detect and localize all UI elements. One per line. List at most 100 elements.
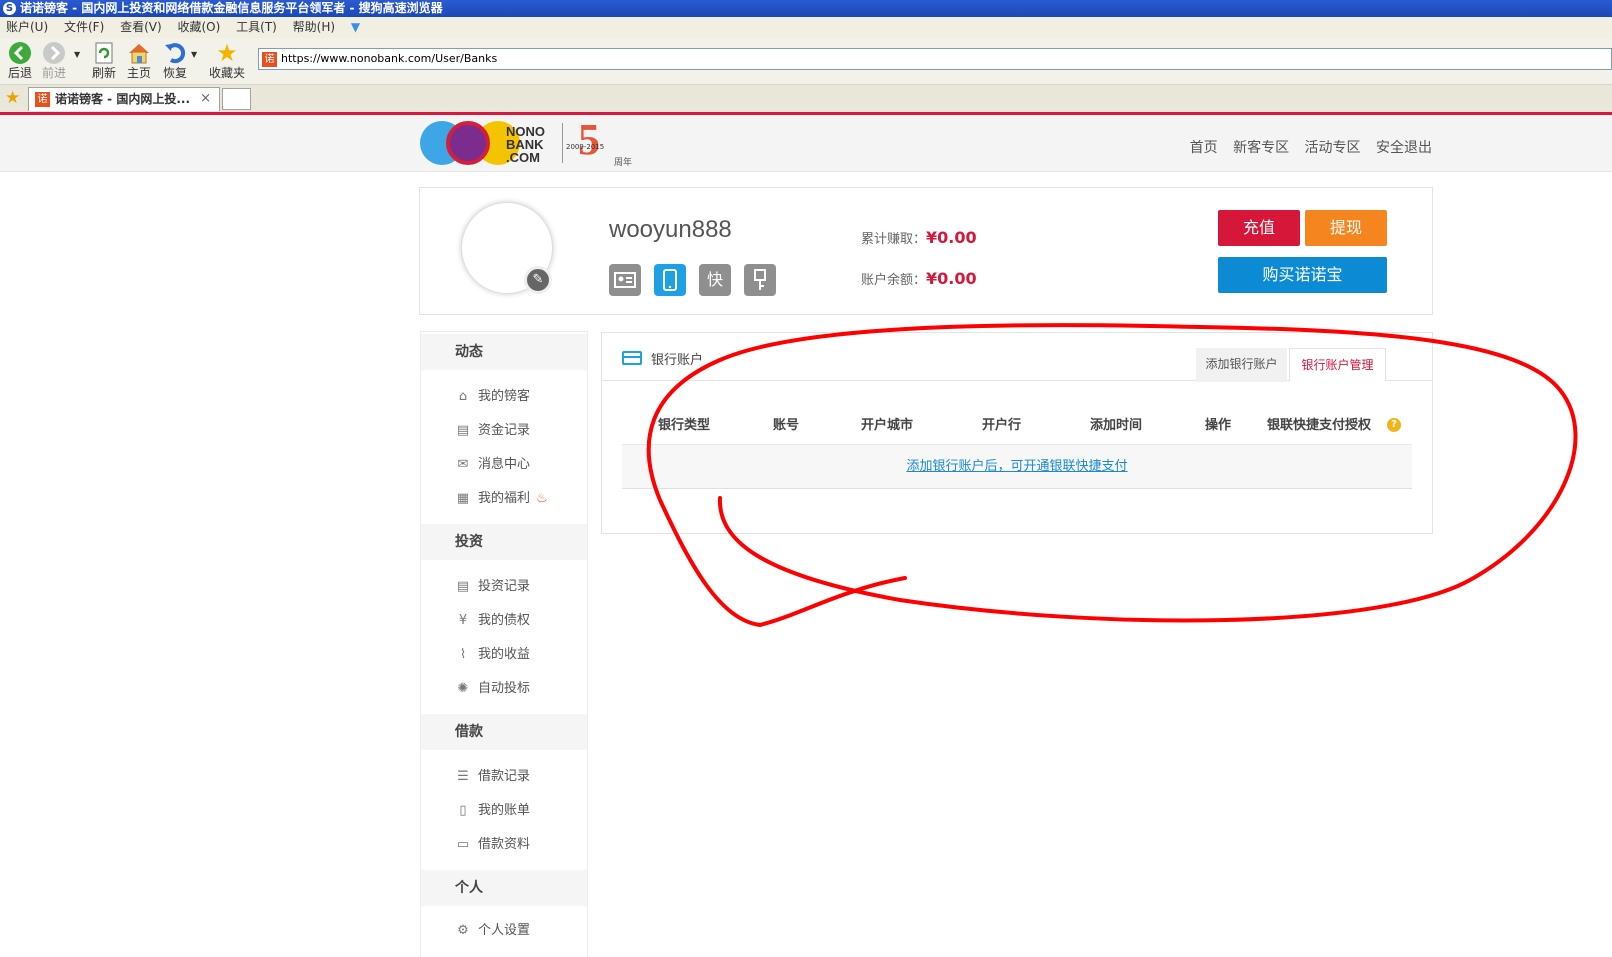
sidebar: 动态 ⌂ 我的镑客 ▤ 资金记录 ✉ 消息中心 ▦ 我的福利 ♨ 投资 ▤ 投资记录 ¥ 我的… xyxy=(420,331,588,957)
sidebar-item-my-bangke[interactable]: ⌂ 我的镑客 xyxy=(454,387,530,407)
favorites-star-icon[interactable]: ★ xyxy=(5,88,20,108)
home-button[interactable]: 主页 xyxy=(119,41,159,81)
browser-tab-nonobank[interactable]: 诺 诺诺镑客 - 国内网上投... × xyxy=(28,87,220,111)
panel-title: 银行账户 xyxy=(651,353,704,368)
help-question-icon[interactable]: ? xyxy=(1387,418,1401,432)
earned-value: ¥0.00 xyxy=(926,228,977,247)
sidebar-item-invest-records[interactable]: ▤ 投资记录 xyxy=(454,577,530,597)
nav-logout[interactable]: 安全退出 xyxy=(1376,140,1432,156)
sidebar-item-messages[interactable]: ✉ 消息中心 xyxy=(454,455,530,475)
menu-favorites[interactable]: 收藏(O) xyxy=(178,17,221,38)
col-account-number: 账号 xyxy=(773,418,800,433)
sidebar-section-personal: 个人 xyxy=(421,870,587,906)
list-icon: ☰ xyxy=(457,769,469,784)
sidebar-item-fund-records[interactable]: ▤ 资金记录 xyxy=(454,421,530,441)
fire-icon: ♨ xyxy=(536,491,548,506)
sogou-browser-icon: S xyxy=(3,2,16,15)
mobile-verify-icon[interactable] xyxy=(654,264,686,296)
col-unionpay-auth: 银联快捷支付授权 xyxy=(1267,418,1372,433)
refresh-icon xyxy=(92,41,116,65)
favorites-button[interactable]: ★ 收藏夹 xyxy=(207,41,247,81)
sidebar-item-my-earnings[interactable]: ⌇ 我的收益 xyxy=(454,645,530,665)
address-url: https://www.nonobank.com/User/Banks xyxy=(281,52,498,65)
tab-title: 诺诺镑客 - 国内网上投... xyxy=(55,92,191,106)
nav-home[interactable]: 首页 xyxy=(1190,140,1218,156)
forward-arrow-icon xyxy=(42,41,66,65)
sidebar-item-borrow-records[interactable]: ☰ 借款记录 xyxy=(454,767,530,787)
undo-arrow-icon xyxy=(163,41,187,65)
password-key-icon[interactable] xyxy=(744,264,776,296)
menu-tools[interactable]: 工具(T) xyxy=(236,17,277,38)
sidebar-item-welfare[interactable]: ▦ 我的福利 ♨ xyxy=(454,489,548,509)
restore-dropdown-icon[interactable]: ▼ xyxy=(191,50,197,59)
col-operation: 操作 xyxy=(1205,418,1232,433)
profile-card: ✎ wooyun888 快 累计赚取：¥0.00 账户余额：¥0.00 充值 提… xyxy=(419,187,1433,315)
sidebar-section-invest: 投资 xyxy=(421,524,587,560)
forward-button[interactable]: 前进 xyxy=(34,41,74,81)
window-title-bar: S 诺诺镑客 - 国内网上投资和网络借款金融信息服务平台领军者 - 搜狗高速浏览… xyxy=(0,0,1612,17)
balance-stat: 账户余额：¥0.00 xyxy=(861,269,977,288)
menu-view[interactable]: 查看(V) xyxy=(120,17,162,38)
refresh-button[interactable]: 刷新 xyxy=(84,41,124,81)
tab-bank-account-management[interactable]: 银行账户管理 xyxy=(1289,348,1386,382)
skin-icon[interactable]: ▼ xyxy=(351,17,360,38)
tab-close-icon[interactable]: × xyxy=(200,88,211,110)
sidebar-section-activity: 动态 xyxy=(421,334,587,370)
yen-tag-icon: ¥ xyxy=(458,613,468,628)
envelope-icon: ✉ xyxy=(457,457,469,472)
clipboard-icon: ▭ xyxy=(456,837,470,852)
bank-card-icon xyxy=(622,351,642,365)
panel-header: 银行账户 添加银行账户 银行账户管理 xyxy=(602,333,1432,382)
col-branch: 开户行 xyxy=(982,418,1022,433)
sidebar-item-settings[interactable]: ⚙ 个人设置 xyxy=(454,921,530,941)
star-icon: ★ xyxy=(216,39,238,67)
back-arrow-icon xyxy=(8,41,32,65)
sidebar-item-borrow-docs[interactable]: ▭ 借款资料 xyxy=(454,835,530,855)
bill-icon: ▯ xyxy=(459,803,467,818)
chart-icon: ⌇ xyxy=(459,647,467,662)
top-navigation: 首页 新客专区 活动专区 安全退出 xyxy=(1179,137,1432,157)
sidebar-item-my-bills[interactable]: ▯ 我的账单 xyxy=(454,801,530,821)
col-bank-type: 银行类型 xyxy=(658,418,711,433)
menu-account[interactable]: 账户(U) xyxy=(6,17,48,38)
sidebar-section-borrow: 借款 xyxy=(421,714,587,750)
buy-nonobao-button[interactable]: 购买诺诺宝 xyxy=(1218,257,1387,293)
forward-dropdown-icon[interactable]: ▼ xyxy=(74,50,80,59)
anniversary-number: 5 xyxy=(578,115,600,164)
col-added-time: 添加时间 xyxy=(1090,418,1143,433)
anniversary-label: 周年 xyxy=(614,158,633,168)
address-bar[interactable]: 诺 https://www.nonobank.com/User/Banks xyxy=(258,48,1612,70)
withdraw-button[interactable]: 提现 xyxy=(1305,210,1387,246)
window-title: 诺诺镑客 - 国内网上投资和网络借款金融信息服务平台领军者 - 搜狗高速浏览器 xyxy=(20,1,443,15)
id-card-verify-icon[interactable] xyxy=(609,264,641,296)
scroll-icon: ▤ xyxy=(456,423,470,438)
tab-favicon: 诺 xyxy=(35,92,50,107)
menu-bar: 账户(U) 文件(F) 查看(V) 收藏(O) 工具(T) 帮助(H) ▼ xyxy=(0,17,1612,38)
sidebar-item-my-claims[interactable]: ¥ 我的债权 xyxy=(454,611,530,631)
logo-wordmark: NONO BANK .COM xyxy=(506,124,545,165)
sidebar-item-auto-bid[interactable]: ✺ 自动投标 xyxy=(454,679,530,699)
nav-new-customer[interactable]: 新客专区 xyxy=(1233,140,1289,156)
logo-circle-purple xyxy=(446,121,490,165)
site-favicon: 诺 xyxy=(262,52,277,67)
tab-bar: ★ 诺 诺诺镑客 - 国内网上投... × xyxy=(0,85,1612,112)
tab-add-bank-account[interactable]: 添加银行账户 xyxy=(1196,348,1287,382)
col-city: 开户城市 xyxy=(861,418,914,433)
recharge-button[interactable]: 充值 xyxy=(1218,210,1300,246)
nav-activities[interactable]: 活动专区 xyxy=(1305,140,1361,156)
nonobank-logo[interactable]: NONO BANK .COM 5 2009-2015 周年 xyxy=(420,115,640,168)
home-icon xyxy=(127,41,151,65)
gear-icon: ⚙ xyxy=(457,923,469,938)
restore-button[interactable]: 恢复 xyxy=(155,41,195,81)
anniversary-years: 2009-2015 xyxy=(566,143,605,151)
new-tab-button[interactable] xyxy=(222,88,251,110)
quick-pay-verify-icon[interactable]: 快 xyxy=(699,264,731,296)
lightbulb-icon: ✺ xyxy=(457,681,469,696)
add-bank-account-link[interactable]: 添加银行账户后，可开通银联快捷支付 xyxy=(906,459,1127,474)
menu-help[interactable]: 帮助(H) xyxy=(293,17,335,38)
home-icon: ⌂ xyxy=(458,389,468,404)
edit-avatar-icon[interactable]: ✎ xyxy=(524,266,552,294)
menu-file[interactable]: 文件(F) xyxy=(64,17,104,38)
document-icon: ▤ xyxy=(456,579,470,594)
browser-toolbar: 后退 前进 ▼ 刷新 主页 恢复 ▼ ★ 收藏夹 诺 https://www.n… xyxy=(0,38,1612,85)
